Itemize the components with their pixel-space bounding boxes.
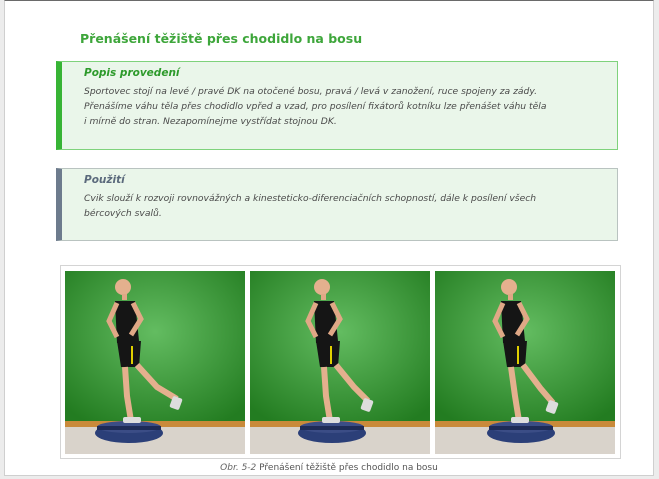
description-line: Sportovec stojí na levé / pravé DK na ot…: [84, 86, 538, 97]
usage-line: Cvik slouží k rozvoji rovnovážných a kin…: [84, 193, 537, 204]
usage-box: Použití Cvik slouží k rozvoji rovnovážný…: [56, 168, 618, 241]
photo-phase-3: [435, 271, 615, 454]
description-heading: Popis provedení: [84, 67, 180, 79]
figure-label: Obr. 5-2: [220, 463, 257, 473]
usage-text: Cvik slouží k rozvoji rovnovážných a kin…: [84, 191, 599, 221]
usage-line: bércových svalů.: [84, 208, 162, 219]
figure-photo-strip: [60, 265, 621, 459]
figure-caption-text: Přenášení těžiště přes chodidlo na bosu: [259, 463, 438, 473]
photo-phase-1: [65, 271, 245, 454]
description-line: i mírně do stran. Nezapomínejme vystřída…: [84, 116, 337, 127]
usage-heading: Použití: [84, 174, 125, 186]
content-frame: Přenášení těžiště přes chodidlo na bosu …: [4, 0, 654, 476]
description-line: Přenášíme váhu těla přes chodidlo vpřed …: [84, 101, 547, 112]
photo-phase-2: [250, 271, 430, 454]
page-title: Přenášení těžiště přes chodidlo na bosu: [80, 31, 363, 46]
figure-caption: Obr. 5-2 Přenášení těžiště přes chodidlo…: [5, 463, 653, 473]
description-box: Popis provedení Sportovec stojí na levé …: [56, 61, 618, 150]
description-text: Sportovec stojí na levé / pravé DK na ot…: [84, 84, 599, 129]
